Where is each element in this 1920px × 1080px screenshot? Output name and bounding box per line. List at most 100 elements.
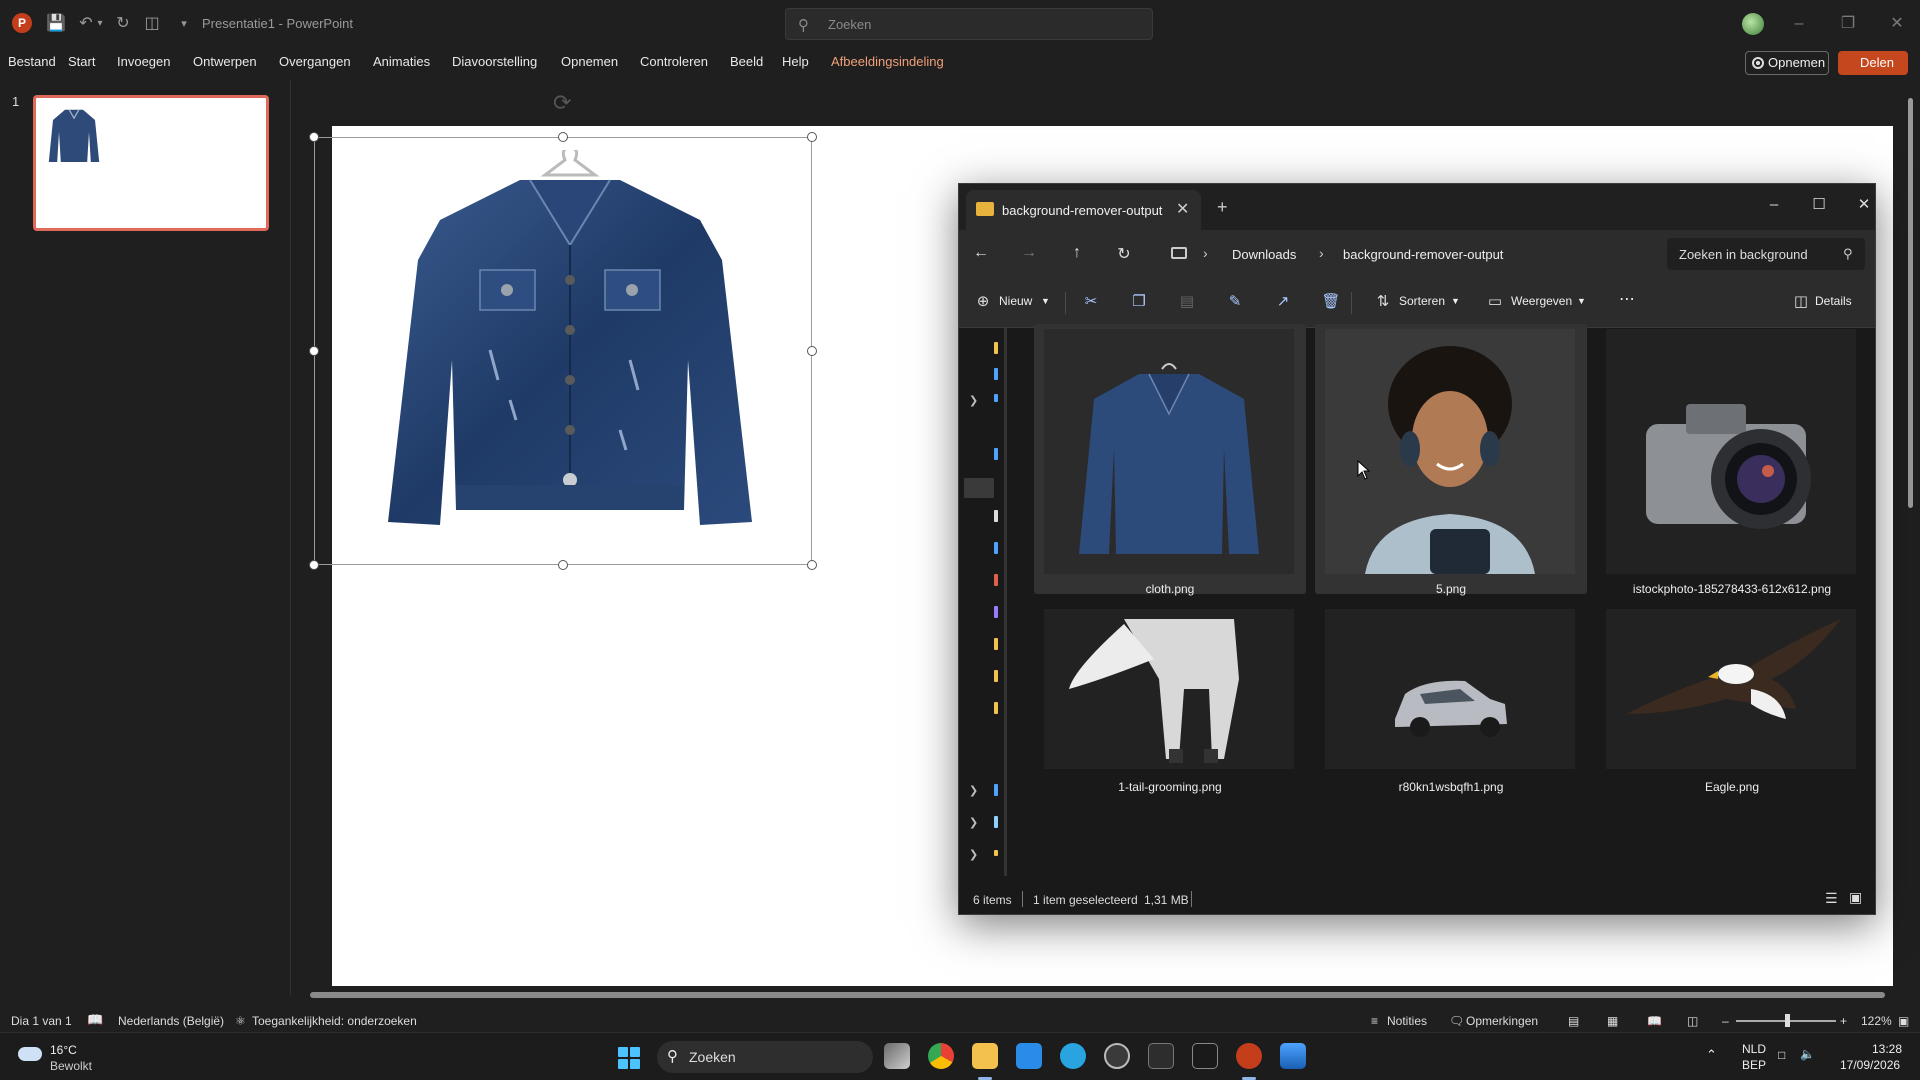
details-button[interactable]: Details bbox=[1815, 294, 1852, 308]
normal-view-icon[interactable]: ▤ bbox=[1568, 1014, 1579, 1028]
resize-handle-w[interactable] bbox=[309, 346, 319, 356]
resize-handle-sw[interactable] bbox=[309, 560, 319, 570]
resize-handle-nw[interactable] bbox=[309, 132, 319, 142]
nav-selected-row[interactable] bbox=[964, 478, 994, 498]
vscode-icon[interactable] bbox=[1016, 1043, 1042, 1069]
horizontal-scroll-thumb[interactable] bbox=[310, 992, 1885, 998]
nav-drive-icon[interactable] bbox=[994, 850, 998, 856]
slideshow-icon[interactable]: ◫ bbox=[1687, 1014, 1698, 1028]
rotate-handle-icon[interactable]: ⟳ bbox=[553, 92, 575, 114]
nav-folder-icon[interactable] bbox=[994, 702, 998, 714]
tab-invoegen[interactable]: Invoegen bbox=[117, 54, 171, 69]
nav-folder-icon[interactable] bbox=[994, 448, 998, 460]
zoom-in-icon[interactable]: + bbox=[1840, 1014, 1847, 1028]
comments-button[interactable]: Opmerkingen bbox=[1466, 1014, 1538, 1028]
nav-folder-icon[interactable] bbox=[994, 510, 998, 522]
breadcrumb-downloads[interactable]: Downloads bbox=[1232, 247, 1296, 262]
resize-handle-n[interactable] bbox=[558, 132, 568, 142]
explorer-search-input[interactable]: Zoeken in background ⚲ bbox=[1667, 238, 1865, 270]
address-bar[interactable]: › Downloads › background-remover-output bbox=[959, 238, 1619, 270]
resize-handle-ne[interactable] bbox=[807, 132, 817, 142]
input-language[interactable]: NLD bbox=[1742, 1042, 1766, 1056]
start-button-icon[interactable] bbox=[618, 1047, 640, 1069]
vertical-scroll-thumb[interactable] bbox=[1908, 98, 1913, 508]
present-icon[interactable]: ◫ bbox=[142, 14, 162, 34]
expand-chevron-icon[interactable]: ❯ bbox=[969, 394, 978, 407]
tab-opnemen[interactable]: Opnemen bbox=[561, 54, 618, 69]
tab-diavoorstelling[interactable]: Diavoorstelling bbox=[452, 54, 537, 69]
zoom-level[interactable]: 122% bbox=[1861, 1014, 1892, 1028]
view-button[interactable]: Weergeven bbox=[1511, 294, 1572, 308]
tab-afbeeldingsindeling[interactable]: Afbeeldingsindeling bbox=[831, 54, 944, 69]
photos-icon[interactable] bbox=[1280, 1043, 1306, 1069]
explorer-tab[interactable]: background-remover-output ✕ bbox=[966, 190, 1201, 230]
nav-drive-icon[interactable] bbox=[994, 816, 998, 828]
large-icons-view-icon[interactable]: ▣ bbox=[1849, 889, 1862, 906]
navigation-pane[interactable]: ❯ ❯ ❯ ❯ bbox=[959, 328, 1007, 876]
customize-toolbar-icon[interactable]: ▾ bbox=[174, 14, 194, 34]
taskbar-search-input[interactable]: ⚲ Zoeken bbox=[657, 1041, 873, 1073]
tab-ontwerpen[interactable]: Ontwerpen bbox=[193, 54, 257, 69]
record-button[interactable]: Opnemen bbox=[1745, 51, 1829, 75]
slide-indicator[interactable]: Dia 1 van 1 bbox=[11, 1014, 72, 1028]
nav-folder-icon[interactable] bbox=[994, 638, 998, 650]
rename-icon[interactable]: ✎ bbox=[1225, 292, 1245, 310]
nav-folder-icon[interactable] bbox=[994, 606, 998, 618]
zoom-out-icon[interactable]: – bbox=[1722, 1014, 1729, 1028]
telegram-icon[interactable] bbox=[1060, 1043, 1086, 1069]
openai-icon[interactable] bbox=[1104, 1043, 1130, 1069]
paste-icon[interactable]: ▤ bbox=[1177, 292, 1197, 310]
reading-view-icon[interactable]: 📖 bbox=[1647, 1014, 1662, 1028]
explorer-maximize-icon[interactable]: ☐ bbox=[1804, 193, 1834, 217]
resize-handle-e[interactable] bbox=[807, 346, 817, 356]
redo-icon[interactable]: ↻ bbox=[113, 14, 133, 34]
restore-icon[interactable]: ❐ bbox=[1833, 12, 1863, 36]
network-icon[interactable]: □ bbox=[1778, 1048, 1785, 1062]
sort-button[interactable]: Sorteren bbox=[1399, 294, 1445, 308]
avatar[interactable] bbox=[1742, 13, 1764, 35]
nav-folder-icon[interactable] bbox=[994, 368, 998, 380]
more-options-icon[interactable]: ⋯ bbox=[1619, 289, 1635, 309]
nav-folder-icon[interactable] bbox=[994, 542, 998, 554]
tab-close-icon[interactable]: ✕ bbox=[1176, 199, 1189, 219]
chevron-down-icon[interactable]: ▼ bbox=[1451, 296, 1460, 306]
search-input[interactable]: ⚲ Zoeken bbox=[785, 8, 1153, 40]
copy-icon[interactable]: ❐ bbox=[1129, 292, 1149, 310]
file-explorer-window[interactable]: background-remover-output ✕ + – ☐ ✕ ← → … bbox=[958, 183, 1876, 915]
nav-folder-icon[interactable] bbox=[994, 670, 998, 682]
terminal-icon[interactable] bbox=[1148, 1043, 1174, 1069]
tab-beeld[interactable]: Beeld bbox=[730, 54, 763, 69]
tab-start[interactable]: Start bbox=[68, 54, 95, 69]
nav-drive-icon[interactable] bbox=[994, 784, 998, 796]
tab-controleren[interactable]: Controleren bbox=[640, 54, 708, 69]
powerpoint-icon[interactable] bbox=[1236, 1043, 1262, 1069]
zoom-slider-thumb[interactable] bbox=[1785, 1014, 1790, 1027]
details-view-icon[interactable]: ☰ bbox=[1825, 890, 1838, 907]
nav-folder-icon[interactable] bbox=[994, 342, 998, 354]
tab-help[interactable]: Help bbox=[782, 54, 809, 69]
nav-folder-icon[interactable] bbox=[994, 574, 998, 586]
keyboard-layout[interactable]: BEP bbox=[1742, 1058, 1766, 1072]
fit-slide-icon[interactable]: ▣ bbox=[1898, 1014, 1909, 1028]
notes-button[interactable]: Notities bbox=[1387, 1014, 1427, 1028]
tab-overgangen[interactable]: Overgangen bbox=[279, 54, 351, 69]
clock-time[interactable]: 13:28 bbox=[1872, 1042, 1902, 1056]
app-icon[interactable] bbox=[1192, 1043, 1218, 1069]
share-button[interactable]: Delen bbox=[1838, 51, 1908, 75]
cut-icon[interactable]: ✂ bbox=[1081, 292, 1101, 310]
undo-dropdown-icon[interactable]: ▾ bbox=[94, 14, 106, 34]
tab-bestand[interactable]: Bestand bbox=[8, 54, 56, 69]
resize-handle-se[interactable] bbox=[807, 560, 817, 570]
tab-animaties[interactable]: Animaties bbox=[373, 54, 430, 69]
vertical-scrollbar[interactable] bbox=[1905, 98, 1915, 988]
close-icon[interactable]: ✕ bbox=[1882, 12, 1912, 36]
pane-divider[interactable] bbox=[290, 80, 291, 995]
clock-date[interactable]: 17/09/2026 bbox=[1840, 1058, 1900, 1072]
task-view-icon[interactable] bbox=[884, 1043, 910, 1069]
delete-icon[interactable]: 🗑 bbox=[1321, 292, 1341, 310]
file-explorer-icon[interactable] bbox=[972, 1043, 998, 1069]
breadcrumb-current-folder[interactable]: background-remover-output bbox=[1343, 247, 1503, 262]
undo-icon[interactable]: ↶ bbox=[76, 14, 96, 34]
volume-icon[interactable]: 🔈 bbox=[1800, 1047, 1815, 1061]
language-indicator[interactable]: Nederlands (België) bbox=[118, 1014, 224, 1028]
